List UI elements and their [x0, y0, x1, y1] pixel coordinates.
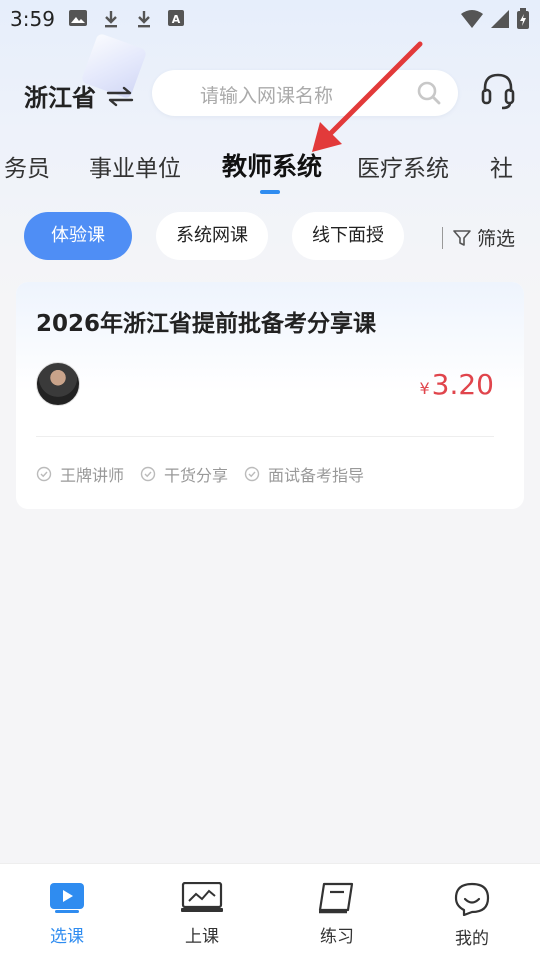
a-box-icon: A — [167, 9, 187, 27]
annotation-arrow — [312, 41, 423, 152]
nav-mine[interactable]: 我的 — [432, 882, 512, 949]
bottom-nav: 选课 上课 练习 我的 — [0, 863, 540, 961]
course-tag-label: 王牌讲师 — [60, 466, 125, 485]
course-tag-label: 干货分享 — [164, 466, 229, 485]
nav-label: 选课 — [50, 927, 84, 947]
download-icon — [101, 9, 121, 28]
tab-category[interactable]: 社 — [490, 149, 513, 183]
province-name: 浙江省 — [24, 84, 96, 112]
headset-icon[interactable] — [480, 72, 516, 116]
image-icon — [68, 9, 88, 27]
course-tags: 王牌讲师 干货分享 面试备考指导 — [36, 462, 364, 486]
notebook-icon — [318, 882, 354, 914]
course-card[interactable]: 2026年浙江省提前批备考分享课 ¥3.20 王牌讲师 干货分享 面试备考指导 — [16, 282, 524, 509]
filter-button[interactable]: 筛选 — [442, 224, 515, 251]
filter-label: 筛选 — [477, 228, 516, 250]
status-bar: 3:59 A — [0, 0, 540, 36]
active-tab-indicator — [260, 190, 280, 194]
nav-label: 我的 — [455, 929, 489, 949]
course-tag: 王牌讲师 — [36, 462, 124, 486]
nav-select-course[interactable]: 选课 — [27, 882, 107, 947]
tab-category[interactable]: 事业单位 — [89, 149, 181, 183]
course-tag-label: 面试备考指导 — [268, 466, 365, 485]
course-tag: 干货分享 — [140, 462, 228, 486]
wifi-icon — [461, 10, 483, 28]
smile-chat-icon — [454, 882, 490, 917]
chip-trial-course[interactable]: 体验课 — [24, 212, 132, 260]
check-circle-icon — [140, 466, 156, 482]
battery-icon — [517, 8, 529, 29]
nav-label: 上课 — [185, 927, 219, 947]
play-icon — [50, 883, 84, 913]
switch-arrows-icon — [106, 86, 134, 106]
course-title: 2026年浙江省提前批备考分享课 — [36, 311, 377, 337]
filter-divider — [442, 226, 443, 249]
teacher-avatar — [36, 362, 80, 406]
download-icon — [134, 9, 154, 28]
course-price: ¥3.20 — [419, 368, 494, 401]
signal-icon — [491, 10, 509, 28]
svg-text:A: A — [172, 13, 181, 26]
province-selector[interactable]: 浙江省 — [24, 78, 134, 113]
chip-offline-course[interactable]: 线下面授 — [292, 212, 404, 260]
course-tag: 面试备考指导 — [244, 462, 364, 486]
nav-attend-class[interactable]: 上课 — [162, 881, 242, 947]
check-circle-icon — [244, 466, 260, 482]
nav-practice[interactable]: 练习 — [297, 882, 377, 947]
check-circle-icon — [36, 466, 52, 482]
chip-system-course[interactable]: 系统网课 — [156, 212, 268, 260]
notification-icons: A — [68, 9, 187, 28]
card-divider — [36, 436, 494, 437]
filter-icon — [453, 229, 471, 246]
price-amount: 3.20 — [431, 368, 494, 401]
nav-label: 练习 — [320, 927, 354, 947]
monitor-icon — [181, 881, 223, 912]
price-currency: ¥ — [419, 379, 430, 398]
status-time: 3:59 — [10, 7, 55, 31]
tab-category[interactable]: 务员 — [4, 149, 50, 183]
system-icons — [460, 8, 530, 30]
